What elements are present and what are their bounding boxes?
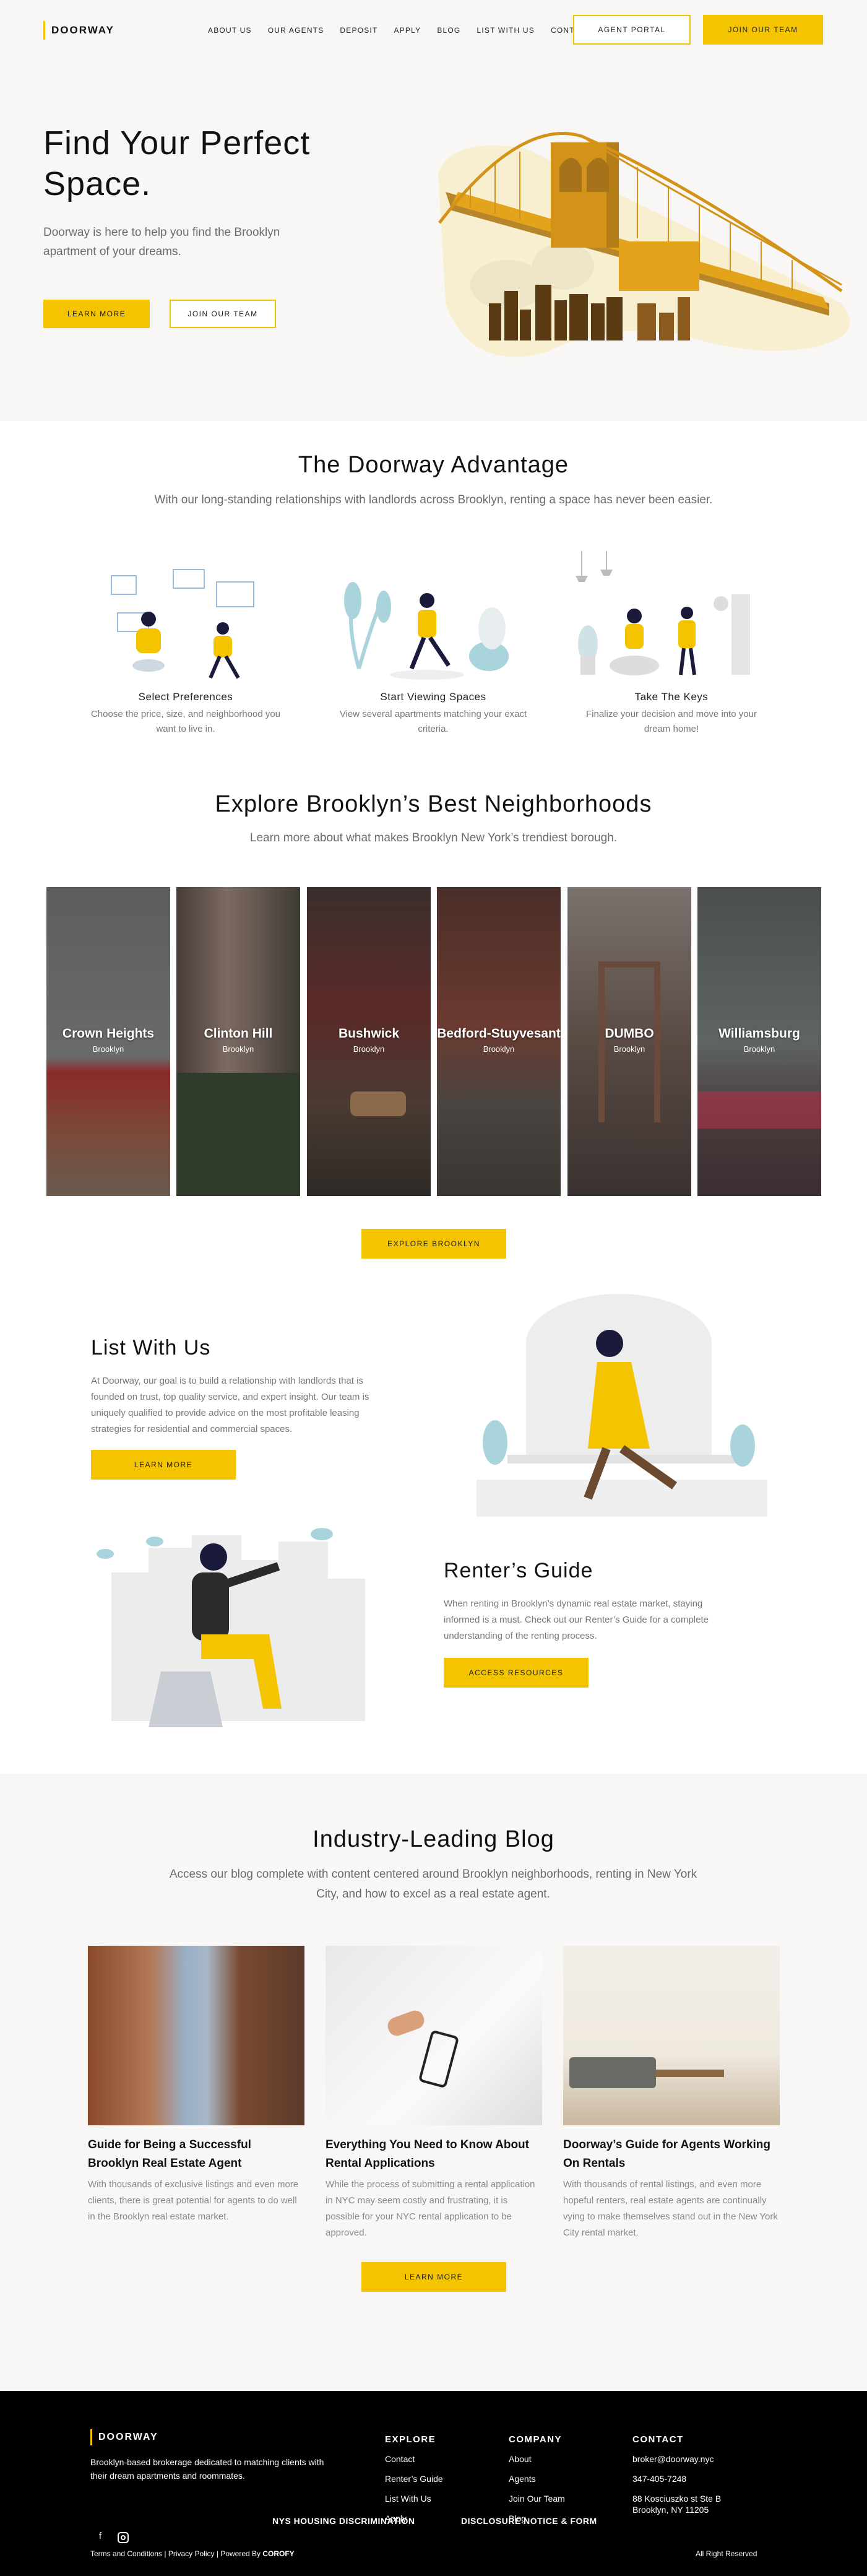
blog-post-3-title[interactable]: Doorway’s Guide for Agents Working On Re… [563, 2136, 780, 2173]
renters-guide-illustration [97, 1528, 365, 1727]
legal-links[interactable]: Terms and Conditions | Privacy Policy | … [90, 2549, 262, 2558]
select-preferences-illustration [111, 569, 254, 679]
footer-link-about[interactable]: About [509, 2453, 532, 2465]
advantage-subtitle: With our long-standing relationships wit… [154, 493, 713, 506]
renters-guide-body: When renting in Brooklyn’s dynamic real … [444, 1598, 709, 1641]
hero-subtitle: Doorway is here to help you find the Bro… [43, 226, 280, 258]
footer-link-renters-guide[interactable]: Renter’s Guide [385, 2473, 443, 2485]
advantage-title: The Doorway Advantage [298, 452, 569, 478]
access-resources-button[interactable]: ACCESS RESOURCES [444, 1658, 589, 1688]
footer-link-contact[interactable]: Contact [385, 2453, 415, 2465]
blog-image-rental-applications[interactable] [326, 1946, 542, 2125]
blog-post-1-title[interactable]: Guide for Being a Successful Brooklyn Re… [88, 2136, 304, 2173]
step-3-title: Take The Keys [634, 691, 709, 703]
take-keys-illustration [576, 551, 750, 675]
neighborhood-borough: Brooklyn [222, 1044, 254, 1054]
instagram-icon[interactable] [118, 2532, 129, 2543]
explore-title: Explore Brooklyn’s Best Neighborhoods [215, 791, 652, 817]
footer-explore-heading: EXPLORE [385, 2434, 436, 2445]
step-1-desc: Choose the price, size, and neighborhood… [90, 709, 281, 734]
neighborhood-card-bedford-stuyvesant[interactable]: Bedford-Stuyvesant Brooklyn [437, 887, 561, 1196]
neighborhood-borough: Brooklyn [92, 1044, 124, 1054]
footer-rights: All Right Reserved [696, 2549, 757, 2558]
neighborhood-borough: Brooklyn [483, 1044, 515, 1054]
neighborhood-borough: Brooklyn [353, 1044, 385, 1054]
footer-address-line2: Brooklyn, NY 11205 [632, 2505, 709, 2515]
neighborhood-name: Williamsburg [718, 1026, 800, 1041]
nav-our-agents[interactable]: OUR AGENTS [268, 25, 324, 36]
footer-logo[interactable]: DOORWAY [90, 2429, 158, 2445]
step-1-title: Select Preferences [138, 691, 233, 703]
footer-contact-heading: CONTACT [632, 2434, 684, 2445]
neighborhood-card-clinton-hill[interactable]: Clinton Hill Brooklyn [176, 887, 300, 1196]
blog-image-agents-guide[interactable] [563, 1946, 780, 2125]
nys-housing-link[interactable]: NYS HOUSING DISCRIMINATION [272, 2516, 415, 2526]
logo[interactable]: DOORWAY [43, 21, 114, 40]
footer-link-list-with-us[interactable]: List With Us [385, 2492, 431, 2505]
neighborhood-name: Clinton Hill [204, 1026, 273, 1041]
list-with-us-illustration [477, 1294, 767, 1517]
neighborhood-borough: Brooklyn [613, 1044, 645, 1054]
neighborhood-card-dumbo[interactable]: DUMBO Brooklyn [567, 887, 691, 1196]
neighborhood-card-crown-heights[interactable]: Crown Heights Brooklyn [46, 887, 170, 1196]
neighborhood-name: Bedford-Stuyvesant [437, 1026, 561, 1041]
bridge-illustration [438, 132, 850, 357]
viewing-spaces-illustration [344, 582, 509, 680]
footer-phone[interactable]: 347-405-7248 [632, 2473, 686, 2485]
renters-guide-title: Renter’s Guide [444, 1559, 593, 1582]
footer-email[interactable]: broker@doorway.nyc [632, 2453, 714, 2465]
explore-brooklyn-button[interactable]: EXPLORE BROOKLYN [361, 1229, 506, 1259]
explore-subtitle: Learn more about what makes Brooklyn New… [249, 831, 618, 844]
nav-list-with-us[interactable]: LIST WITH US [477, 25, 535, 36]
blog-post-1-desc: With thousands of exclusive listings and… [88, 2179, 299, 2222]
blog-title: Industry-Leading Blog [313, 1826, 554, 1852]
nav-blog[interactable]: BLOG [437, 25, 460, 36]
nav-about-us[interactable]: ABOUT US [208, 25, 252, 36]
hero-section: DOORWAY ABOUT US OUR AGENTS DEPOSIT APPL… [0, 0, 867, 421]
neighborhood-borough: Brooklyn [743, 1044, 775, 1054]
neighborhood-name: DUMBO [605, 1026, 654, 1041]
neighborhood-card-williamsburg[interactable]: Williamsburg Brooklyn [697, 887, 821, 1196]
main-nav: ABOUT US OUR AGENTS DEPOSIT APPLY BLOG L… [208, 25, 608, 36]
neighborhood-name: Bushwick [338, 1026, 400, 1041]
footer-link-join-team[interactable]: Join Our Team [509, 2492, 565, 2505]
footer-link-agents[interactable]: Agents [509, 2473, 536, 2485]
step-3-desc: Finalize your decision and move into you… [586, 709, 757, 734]
nav-deposit[interactable]: DEPOSIT [340, 25, 377, 36]
join-team-nav-button[interactable]: JOIN OUR TEAM [703, 15, 823, 45]
footer-tagline: Brooklyn-based brokerage dedicated to ma… [90, 2457, 324, 2481]
list-with-us-title: List With Us [91, 1336, 211, 1360]
blog-image-agent[interactable] [88, 1946, 304, 2125]
list-learn-more-button[interactable]: LEARN MORE [91, 1450, 236, 1480]
blog-post-2-title[interactable]: Everything You Need to Know About Rental… [326, 2136, 542, 2173]
step-2-desc: View several apartments matching your ex… [339, 709, 527, 734]
blog-learn-more-button[interactable]: LEARN MORE [361, 2262, 506, 2292]
neighborhood-card-bushwick[interactable]: Bushwick Brooklyn [307, 887, 431, 1196]
agent-portal-button[interactable]: AGENT PORTAL [573, 15, 691, 45]
footer: DOORWAY Brooklyn-based brokerage dedicat… [0, 2391, 867, 2576]
hero-title: Find Your Perfect Space. [43, 124, 311, 202]
hero-join-team-button[interactable]: JOIN OUR TEAM [170, 300, 276, 328]
footer-company-heading: COMPANY [509, 2434, 563, 2445]
list-with-us-body: At Doorway, our goal is to build a relat… [91, 1376, 369, 1434]
footer-address-line1: 88 Kosciuszko st Ste B [632, 2494, 722, 2504]
step-2-title: Start Viewing Spaces [380, 691, 486, 703]
footer-legal: Terms and Conditions | Privacy Policy | … [90, 2549, 295, 2558]
disclosure-link[interactable]: DISCLOSURE NOTICE & FORM [461, 2516, 597, 2526]
neighborhood-name: Crown Heights [62, 1026, 155, 1041]
nav-apply[interactable]: APPLY [394, 25, 421, 36]
blog-post-2-desc: While the process of submitting a rental… [326, 2179, 535, 2238]
blog-post-3-desc: With thousands of rental listings, and e… [563, 2179, 778, 2238]
hero-learn-more-button[interactable]: LEARN MORE [43, 300, 150, 328]
blog-subtitle: Access our blog complete with content ce… [169, 1868, 697, 1901]
facebook-icon[interactable]: f [93, 2531, 108, 2546]
powered-by-link[interactable]: COROFY [262, 2549, 294, 2558]
